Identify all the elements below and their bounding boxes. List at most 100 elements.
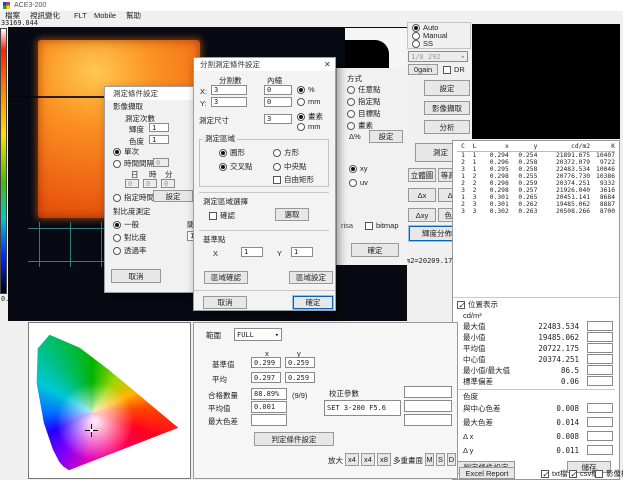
stat-button[interactable] [587, 332, 613, 342]
table-row[interactable]: 330.3020.26320508.2668700 [457, 208, 615, 215]
radio-transmittance[interactable]: 透過率 [113, 246, 147, 255]
radio-mm[interactable]: mm [297, 97, 321, 106]
pick-button[interactable]: 選取 [275, 208, 309, 221]
x-divisions-input[interactable]: 3 [211, 85, 247, 95]
multi-m-button[interactable]: M [425, 453, 434, 466]
delta-xy-button[interactable]: Δxy [408, 208, 436, 222]
radio-circle[interactable]: 圓形 [219, 148, 245, 157]
ref-y-input[interactable]: 0.259 [285, 357, 315, 368]
menu-flt[interactable]: FLT [74, 11, 87, 20]
radio-target-point[interactable]: 目標點 [347, 109, 381, 118]
ref-x-input[interactable]: 0.299 [251, 357, 281, 368]
base-y-input[interactable]: 1 [291, 247, 313, 257]
schedule-set-button[interactable]: 設定 [153, 190, 193, 202]
stat-button[interactable] [587, 376, 613, 386]
radio-interval[interactable]: 時間間隔 [113, 159, 154, 168]
analyze-button[interactable]: 分析 [424, 120, 470, 134]
radio-single[interactable]: 單次 [113, 147, 139, 156]
view3d-button[interactable]: 立體圖 [408, 168, 436, 182]
checkbox-confirm[interactable]: 確認 [209, 211, 235, 220]
radio-center-point[interactable]: 中央點 [273, 162, 307, 171]
radio-uv[interactable]: uv [349, 178, 368, 187]
chroma-count-input[interactable]: 1 [149, 135, 169, 144]
split-ok-button[interactable]: 確定 [293, 296, 333, 309]
radio-normal[interactable]: 一般 [113, 220, 139, 229]
radio-schedule[interactable]: 指定時間 [113, 193, 154, 202]
radio-cross-point[interactable]: 交叉點 [219, 162, 253, 171]
avg-x-input[interactable]: 0.297 [251, 372, 281, 383]
radio-pixel-unit[interactable]: 畫素 [297, 112, 323, 121]
partial-set-button[interactable]: 設定 [369, 130, 403, 143]
aux-box[interactable] [404, 400, 452, 412]
shutter-select[interactable]: 1/8 292 ▾ [408, 51, 468, 62]
table-row[interactable]: 230.3010.26219485.0628887 [457, 201, 615, 208]
avg-diff-input[interactable]: 0.001 [251, 401, 287, 413]
aux-box[interactable] [404, 386, 452, 398]
stat-button[interactable] [587, 354, 613, 364]
y-divisions-input[interactable]: 3 [211, 97, 247, 107]
cie-horseshoe[interactable] [35, 328, 185, 474]
radio-any-point[interactable]: 任意點 [347, 85, 381, 94]
excel-report-button[interactable]: Excel Report [459, 467, 515, 479]
radio-contrast[interactable]: 對比度 [113, 233, 147, 242]
area-set-button[interactable]: 區域設定 [289, 271, 333, 284]
min-input[interactable]: 0 [161, 179, 175, 188]
stat-button[interactable] [587, 417, 613, 427]
radio-square[interactable]: 方形 [273, 148, 299, 157]
max-diff-input[interactable] [251, 414, 287, 426]
menu-help[interactable]: 幫助 [126, 11, 141, 20]
zoom-x4b-button[interactable]: x4 [361, 453, 375, 466]
delta-x-button[interactable]: Δx [408, 188, 436, 202]
multi-s-button[interactable]: S [436, 453, 445, 466]
day-input[interactable]: 0 [125, 179, 139, 188]
checkbox-position-display[interactable]: ✓位置表示 [457, 300, 498, 309]
stat-button[interactable] [587, 445, 613, 455]
zoom-x8-button[interactable]: x8 [377, 453, 391, 466]
stat-button[interactable] [587, 343, 613, 353]
split-cancel-button[interactable]: 取消 [203, 296, 247, 309]
table-row[interactable]: 220.2980.25920374.2519332 [457, 180, 615, 187]
table-row[interactable]: 310.2950.25822483.53410046 [457, 166, 615, 173]
checkbox-bitmap[interactable]: bitmap [365, 221, 399, 230]
radio-mm-unit[interactable]: mm [297, 122, 321, 131]
stat-button[interactable] [587, 321, 613, 331]
partial-ok-button[interactable]: 確定 [351, 243, 399, 257]
panel-judge-button[interactable]: 判定條件設定 [254, 432, 334, 446]
zoom-x4-button[interactable]: x4 [345, 453, 359, 466]
aux-box[interactable] [404, 414, 452, 426]
area-confirm-button[interactable]: 區域確認 [204, 271, 248, 284]
size-input[interactable]: 3 [264, 114, 292, 124]
radio-percent[interactable]: % [297, 85, 315, 94]
radio-xy[interactable]: xy [349, 164, 368, 173]
checkbox-dr[interactable]: DR [443, 65, 465, 74]
measure-cancel-button[interactable]: 取消 [111, 269, 161, 283]
radio-ss[interactable]: SS [412, 39, 433, 48]
capture-button[interactable]: 影像擷取 [424, 101, 470, 115]
close-icon[interactable]: ✕ [324, 60, 331, 69]
checkbox-image[interactable]: 影像檔 [595, 469, 623, 478]
menu-mobile[interactable]: Mobile [94, 11, 116, 20]
radio-pixel[interactable]: 畫素 [347, 121, 373, 130]
zero-gain-button[interactable]: 0gain [408, 64, 438, 75]
radio-specified-point[interactable]: 指定點 [347, 97, 381, 106]
table-row[interactable]: 130.3010.26520451.1418684 [457, 194, 615, 201]
multi-d-button[interactable]: D [447, 453, 456, 466]
range-select[interactable]: FULL ▾ [234, 328, 282, 341]
x-inset-input[interactable]: 0 [264, 85, 292, 95]
checkbox-txt[interactable]: ✓txt檔 [541, 469, 567, 478]
table-row[interactable]: 110.2940.25421891.67510407 [457, 152, 615, 159]
base-x-input[interactable]: 1 [241, 247, 263, 257]
table-row[interactable]: 120.2980.25520776.73010386 [457, 173, 615, 180]
table-row[interactable]: 210.2960.25820372.0799722 [457, 159, 615, 166]
avg-y-input[interactable]: 0.259 [285, 372, 315, 383]
pass-count-input[interactable]: 88.89% [251, 388, 287, 400]
lum-count-input[interactable]: 1 [149, 123, 169, 132]
hour-input[interactable]: 0 [143, 179, 157, 188]
set-button[interactable]: 設定 [424, 80, 470, 96]
interval-input[interactable]: 0 [153, 158, 169, 167]
checkbox-free-rect[interactable]: 自由矩形 [273, 175, 314, 184]
stat-button[interactable] [587, 431, 613, 441]
y-inset-input[interactable]: 0 [264, 97, 292, 107]
table-row[interactable]: 320.2980.25721926.0403616 [457, 187, 615, 194]
stat-button[interactable] [587, 365, 613, 375]
